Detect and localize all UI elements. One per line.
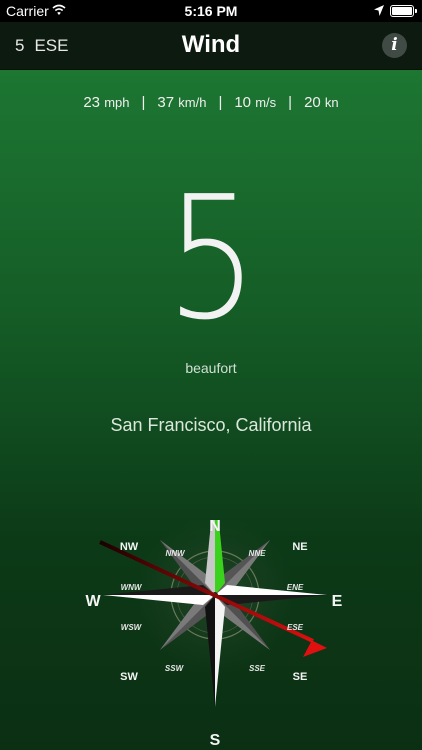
compass-label-wnw: WNW <box>121 583 143 592</box>
page-title: Wind <box>181 31 241 58</box>
speed-kmh: 37 km/h <box>157 94 207 111</box>
compass-label-wsw: WSW <box>121 623 143 632</box>
compass-label-nne: NNE <box>249 549 267 558</box>
nav-bar: 5 ESE Wind i <box>0 22 422 70</box>
compass-rose: N E S W NE SE SW NW NNE ENE ESE SSE SSW … <box>60 520 370 750</box>
compass-label-e: E <box>332 593 343 610</box>
compass-label-s: S <box>210 732 221 749</box>
status-time: 5:16 PM <box>184 3 238 19</box>
compass-label-nw: NW <box>120 541 139 553</box>
beaufort-number: 5 <box>165 160 258 358</box>
battery-icon <box>390 5 417 17</box>
location-name: San Francisco, California <box>110 415 312 435</box>
beaufort-label: beaufort <box>185 360 237 376</box>
compass-label-n: N <box>209 520 221 535</box>
compass-label-ese: ESE <box>287 623 304 632</box>
status-bar: Carrier 5:16 PM <box>0 0 422 22</box>
main-panel: 23 mph | 37 km/h | 10 m/s | 20 kn 5 beaufort S… <box>0 70 422 750</box>
compass-label-sse: SSE <box>249 664 266 673</box>
compass-label-sw: SW <box>120 671 138 683</box>
compass-label-ne: NE <box>292 541 307 553</box>
compass-label-ene: ENE <box>287 583 304 592</box>
compass-label-ssw: SSW <box>165 664 185 673</box>
speed-mph: 23 mph <box>83 94 130 111</box>
compass-label-se: SE <box>293 671 308 683</box>
compass-label-w: W <box>85 593 101 610</box>
compass-label-nnw: NNW <box>165 549 186 558</box>
speed-conversions: 23 mph | 37 km/h | 10 m/s | 20 kn <box>83 94 339 111</box>
info-button[interactable]: i <box>382 33 407 58</box>
speed-ms: 10 m/s <box>234 94 277 111</box>
speed-knots: 20 kn <box>304 94 339 111</box>
compass-svg: N E S W NE SE SW NW NNE ENE ESE SSE SSW … <box>85 520 343 749</box>
location-arrow-icon <box>374 5 384 16</box>
